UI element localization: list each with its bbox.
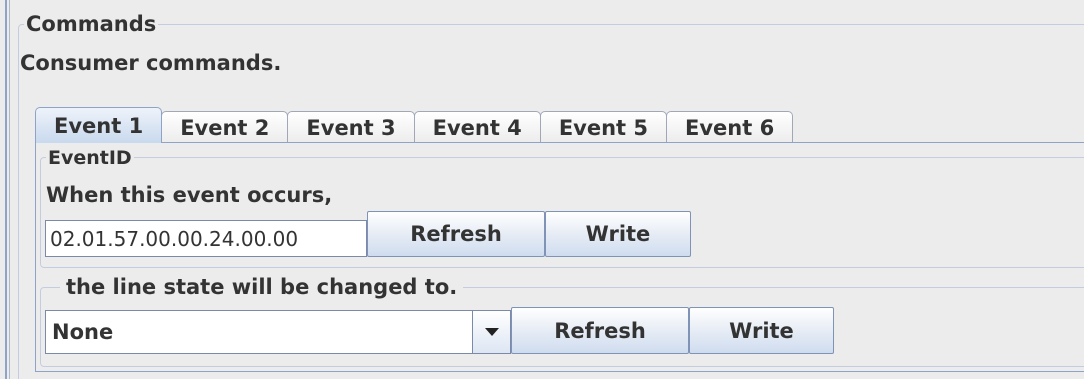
commands-group-title: Commands — [24, 12, 159, 36]
line-state-combo[interactable]: None — [45, 310, 511, 354]
tab-event-4[interactable]: Event 4 — [413, 111, 541, 143]
line-state-group-title: the line state will be changed to. — [60, 277, 464, 298]
tab-event-6[interactable]: Event 6 — [666, 111, 794, 143]
frame-edge — [5, 0, 7, 379]
event-id-refresh-button[interactable]: Refresh — [367, 211, 545, 257]
event-tab-strip: Event 1 Event 2 Event 3 Event 4 Event 5 … — [35, 107, 794, 143]
line-state-selected-value: None — [52, 320, 114, 344]
event-id-group-title: EventID — [46, 147, 134, 169]
line-state-write-button[interactable]: Write — [689, 307, 834, 354]
chevron-down-icon-glyph — [484, 328, 499, 336]
chevron-down-icon[interactable] — [472, 311, 510, 353]
event-id-field[interactable] — [45, 220, 367, 257]
frame-edge-inner — [9, 0, 10, 379]
event-id-prompt: When this event occurs, — [46, 183, 333, 207]
tab-event-3[interactable]: Event 3 — [287, 111, 415, 143]
line-state-refresh-button[interactable]: Refresh — [511, 307, 689, 354]
tab-event-2[interactable]: Event 2 — [161, 111, 289, 143]
tab-event-1[interactable]: Event 1 — [35, 107, 163, 143]
commands-window: Commands Consumer commands. Event 1 Even… — [0, 0, 1084, 379]
tab-event-5[interactable]: Event 5 — [539, 111, 668, 143]
event-id-write-button[interactable]: Write — [545, 211, 691, 257]
commands-description: Consumer commands. — [20, 51, 282, 75]
